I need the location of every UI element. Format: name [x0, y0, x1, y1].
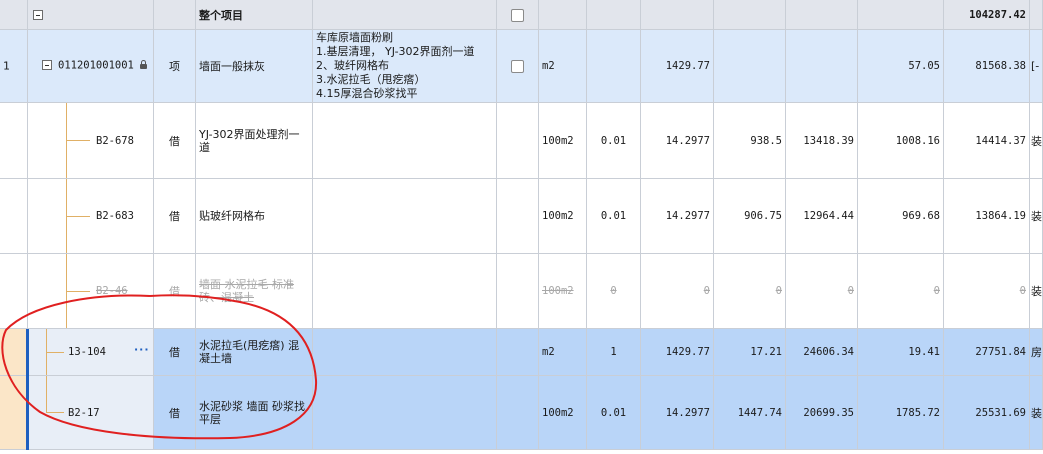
item-name: 墙面一般抹灰: [199, 60, 265, 73]
quota-amount: 20699.35: [803, 406, 854, 419]
item-type: 项: [169, 60, 180, 73]
quota-coef: 0: [610, 285, 617, 297]
collapse-icon[interactable]: [42, 60, 52, 70]
quota-name: 墙面 水泥拉毛 标准砖、混凝土: [199, 278, 294, 304]
quota-coef: 0.01: [600, 134, 627, 147]
quota-quantity: 1429.77: [665, 346, 710, 358]
quota-row[interactable]: B2-683 借 贴玻纤网格布 100m2 0.01 14.2977 906.7…: [0, 179, 1043, 254]
bill-item-row[interactable]: 1 011201001001 项 墙面一般抹灰 车库原墙面粉刷 1.基层清理， …: [0, 30, 1043, 103]
quota-name: 水泥砂浆 墙面 砂浆找平层: [199, 399, 305, 426]
quota-unit: 100m2: [542, 134, 574, 147]
quota-amount: 12964.44: [803, 210, 854, 222]
item-quantity: 1429.77: [665, 60, 710, 72]
quota-total: 13864.19: [975, 210, 1026, 222]
quota-code: B2-683: [96, 210, 134, 222]
quota-code: B2-17: [68, 406, 100, 419]
quota-code: B2-46: [96, 285, 128, 297]
quota-quantity: 0: [703, 285, 710, 297]
quota-total: 25531.69: [975, 406, 1026, 419]
quota-row-selected[interactable]: 13-104 ··· 借 水泥拉毛(甩疙瘩) 混凝土墙 m2 1 1429.77…: [0, 329, 1043, 376]
selection-indicator: [26, 329, 29, 450]
quota-amount: 24606.34: [803, 346, 854, 358]
quota-type: 借: [169, 346, 180, 359]
quota-quantity: 14.2977: [665, 210, 710, 222]
next-row-partial: [0, 450, 1043, 454]
feature-line: 2、玻纤网格布: [316, 59, 389, 72]
quota-extra: 装: [1031, 210, 1042, 223]
quota-code: B2-678: [96, 134, 134, 147]
quota-price: 17.21: [750, 346, 782, 358]
quota-unit-price: 19.41: [908, 346, 940, 358]
feature-line: 4.15厚混合砂浆找平: [316, 87, 418, 100]
quota-quantity: 14.2977: [665, 134, 710, 147]
quota-unit: 100m2: [542, 406, 574, 419]
quota-name: 水泥拉毛(甩疙瘩) 混凝土墙: [199, 339, 300, 365]
quota-price: 1447.74: [737, 406, 782, 419]
collapse-icon[interactable]: [33, 10, 43, 20]
quota-extra: 装: [1031, 134, 1042, 148]
quota-total: 14414.37: [975, 134, 1026, 147]
quota-extra: 房: [1031, 346, 1042, 359]
quota-type: 借: [169, 406, 180, 420]
more-icon[interactable]: ···: [134, 343, 150, 356]
quota-type: 借: [169, 285, 180, 298]
item-unit-price: 57.05: [908, 60, 940, 72]
quota-price: 906.75: [744, 210, 782, 222]
quota-unit-price: 1785.72: [895, 406, 940, 419]
quota-amount: 0: [847, 285, 854, 297]
quota-coef: 0.01: [600, 406, 627, 419]
project-total: 104287.42: [969, 8, 1026, 21]
quota-type: 借: [169, 134, 180, 148]
quota-amount: 13418.39: [803, 134, 854, 147]
quota-unit: 100m2: [542, 285, 574, 297]
quota-coef: 0.01: [600, 210, 627, 222]
quota-price: 938.5: [750, 134, 782, 147]
quota-coef: 1: [610, 346, 617, 358]
quota-row-disabled[interactable]: B2-46 借 墙面 水泥拉毛 标准砖、混凝土 100m2 0 0 0 0 0 …: [0, 254, 1043, 329]
quota-type: 借: [169, 210, 180, 223]
quota-unit-price: 969.68: [902, 210, 940, 222]
row-seq: 1: [3, 59, 10, 73]
quota-total: 0: [1019, 285, 1026, 297]
quota-total: 27751.84: [975, 346, 1026, 358]
quota-row[interactable]: B2-678 借 YJ-302界面处理剂一道 100m2 0.01 14.297…: [0, 103, 1043, 179]
quota-unit-price: 0: [933, 285, 940, 297]
estimate-checkbox[interactable]: [511, 60, 524, 73]
quota-unit: 100m2: [542, 210, 574, 222]
quota-extra: 装: [1031, 285, 1042, 298]
total-row[interactable]: 整个项目 104287.42: [0, 0, 1043, 30]
item-features: 车库原墙面粉刷 1.基层清理， YJ-302界面剂一道 2、玻纤网格布 3.水泥…: [316, 31, 475, 101]
quota-unit: m2: [542, 346, 555, 358]
estimate-checkbox[interactable]: [511, 9, 524, 22]
quota-unit-price: 1008.16: [895, 134, 940, 147]
quota-name: YJ-302界面处理剂一道: [199, 127, 300, 154]
quota-price: 0: [775, 285, 782, 297]
quota-row-selected[interactable]: B2-17 借 水泥砂浆 墙面 砂浆找平层 100m2 0.01 14.2977…: [0, 376, 1043, 450]
item-code: 011201001001: [58, 59, 134, 72]
lock-icon: [140, 60, 147, 69]
total-row-label: 整个项目: [199, 8, 243, 22]
quota-name: 贴玻纤网格布: [199, 209, 265, 223]
quota-quantity: 14.2977: [665, 406, 710, 419]
item-total: 81568.38: [975, 60, 1026, 72]
feature-line: 3.水泥拉毛（甩疙瘩）: [316, 73, 426, 86]
feature-line: 1.基层清理， YJ-302界面剂一道: [316, 45, 475, 58]
budget-grid: 整个项目 104287.42 1 011201001001 项 墙面一般抹灰 车…: [0, 0, 1043, 454]
item-unit: m2: [542, 60, 555, 72]
quota-extra: 装: [1031, 406, 1042, 420]
feature-line: 车库原墙面粉刷: [316, 31, 393, 44]
item-extra: [-: [1031, 59, 1040, 73]
